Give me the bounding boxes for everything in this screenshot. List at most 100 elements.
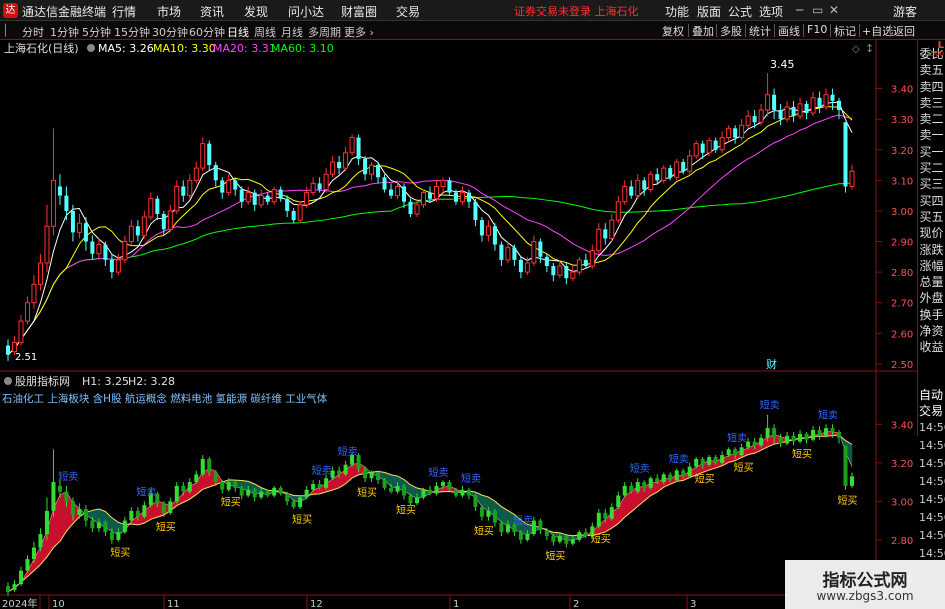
btn-mark[interactable]: 标记: [834, 23, 856, 39]
candle-body: [402, 186, 407, 202]
period-60min[interactable]: 60分钟: [189, 24, 225, 40]
side-field-12[interactable]: 涨跌: [918, 242, 945, 258]
price-tick-label: 2.60: [891, 329, 913, 340]
time-tick-label: 10: [52, 599, 65, 609]
menu-wealth[interactable]: 财富圈: [341, 3, 377, 20]
indicator-body: [479, 507, 484, 517]
minimize-icon[interactable]: ─: [796, 3, 803, 17]
side-field-9[interactable]: 买四: [918, 193, 945, 209]
menu-trade[interactable]: 交易: [396, 3, 420, 20]
candle-body: [304, 192, 310, 206]
indicator-body: [233, 482, 238, 488]
login-notice[interactable]: 证券交易未登录 上海石化: [514, 3, 639, 19]
candle-body: [752, 116, 757, 123]
candle-body: [369, 164, 375, 175]
indicator-body: [207, 458, 212, 473]
side-field-7[interactable]: 买二: [918, 160, 945, 176]
sell-signal: 短卖: [461, 472, 481, 485]
side-field-3[interactable]: 卖三: [918, 95, 945, 111]
chart-settings-icon[interactable]: [87, 44, 95, 52]
indicator-settings-icon[interactable]: [4, 377, 12, 385]
trade-label[interactable]: 交易: [917, 403, 945, 419]
side-field-13[interactable]: 涨幅: [918, 258, 945, 274]
guest-user[interactable]: 游客: [893, 3, 917, 20]
menu-market[interactable]: 行情: [112, 3, 136, 20]
ma5-line: [7, 101, 853, 356]
side-field-1[interactable]: 卖五: [918, 62, 945, 78]
tool-formula[interactable]: 公式: [728, 3, 752, 20]
side-field-11[interactable]: 现价: [918, 225, 945, 241]
sell-signal: 短卖: [818, 408, 838, 421]
maximize-icon[interactable]: ▭: [812, 3, 823, 17]
trade-time-4: 14:56: [919, 493, 945, 506]
indicator-body: [759, 437, 764, 446]
menu-discover[interactable]: 发现: [244, 3, 268, 20]
side-field-5[interactable]: 卖一: [918, 127, 945, 143]
period-multi[interactable]: 多周期: [308, 24, 341, 40]
close-icon[interactable]: ✕: [829, 3, 839, 17]
tool-layout[interactable]: 版面: [697, 3, 721, 20]
period-more[interactable]: 更多 ›: [344, 24, 374, 40]
side-field-17[interactable]: 净资: [918, 323, 945, 339]
btn-stats[interactable]: 统计: [749, 23, 771, 39]
divider: [745, 24, 746, 37]
side-field-2[interactable]: 卖四: [918, 79, 945, 95]
btn-adjust[interactable]: 复权: [662, 23, 684, 39]
indicator-body: [687, 466, 692, 477]
period-15min[interactable]: 15分钟: [114, 24, 150, 40]
side-field-18[interactable]: 收益: [918, 339, 945, 355]
indicator-body: [395, 485, 400, 492]
indicator-body: [603, 512, 608, 519]
candle-body: [473, 201, 478, 221]
price-axis: 3.40 3.30 3.20 3.10 3.00 2.90 2.80 2.70 2.60 2.50…: [876, 85, 913, 585]
app-logo-icon: 达: [3, 3, 18, 18]
btn-multi-stock[interactable]: 多股: [720, 23, 742, 39]
side-field-16[interactable]: 换手: [918, 307, 945, 323]
indicator-h2: H2: 3.28: [128, 375, 175, 388]
tool-options[interactable]: 选项: [759, 3, 783, 20]
indicator-body: [849, 476, 855, 486]
finance-tag[interactable]: 财: [766, 357, 777, 371]
divider: [830, 24, 831, 37]
side-field-4[interactable]: 卖二: [918, 111, 945, 127]
indicator-body: [674, 470, 679, 481]
btn-add-watchlist[interactable]: +自选: [862, 23, 893, 39]
candle-body: [395, 185, 401, 197]
indicator-body: [369, 472, 374, 479]
period-intraday[interactable]: 分时: [22, 24, 44, 40]
side-field-15[interactable]: 外盘: [918, 290, 945, 306]
period-weekly[interactable]: 周线: [254, 24, 276, 40]
divider: [688, 24, 689, 37]
ma20-line: [7, 114, 853, 356]
candle-body: [615, 201, 621, 221]
btn-draw[interactable]: 画线: [778, 23, 800, 39]
menu-news[interactable]: 资讯: [200, 3, 224, 20]
indicator-body: [655, 478, 660, 483]
kline-chart[interactable]: 短卖短卖短卖短卖短卖短卖短卖短卖短卖短卖短卖短卖短买短买短买短买短买短买短买短买…: [0, 40, 917, 609]
maximize-chart-icon[interactable]: ↕: [865, 42, 874, 55]
period-1min[interactable]: 1分钟: [50, 24, 79, 40]
expand-icon[interactable]: ◇: [852, 44, 860, 55]
indicator-tick-label: 2.80: [891, 536, 913, 547]
menu-assistant[interactable]: 问小达: [288, 3, 324, 20]
indicator-body: [363, 468, 368, 479]
side-field-10[interactable]: 买五: [918, 209, 945, 225]
side-field-14[interactable]: 总量: [918, 274, 945, 290]
period-daily[interactable]: 日线: [227, 24, 249, 40]
candle-body: [772, 94, 777, 110]
concept-tags[interactable]: 石油化工 上海板块 含H股 航运概念 燃料电池 氢能源 碳纤维 工业气体: [2, 392, 328, 405]
side-field-6[interactable]: 买一: [918, 144, 945, 160]
btn-overlay[interactable]: 叠加: [692, 23, 714, 39]
btn-f10[interactable]: F10: [807, 23, 827, 36]
side-field-8[interactable]: 买三: [918, 176, 945, 192]
menu-exchange[interactable]: 市场: [157, 3, 181, 20]
indicator-body: [421, 489, 426, 498]
tool-functions[interactable]: 功能: [665, 3, 689, 20]
indicator-body: [77, 509, 82, 515]
candle-body: [155, 198, 160, 214]
auto-label[interactable]: 自动: [917, 387, 945, 403]
btn-back[interactable]: 返回: [893, 23, 915, 39]
period-30min[interactable]: 30分钟: [152, 24, 188, 40]
period-5min[interactable]: 5分钟: [82, 24, 111, 40]
period-monthly[interactable]: 月线: [281, 24, 303, 40]
